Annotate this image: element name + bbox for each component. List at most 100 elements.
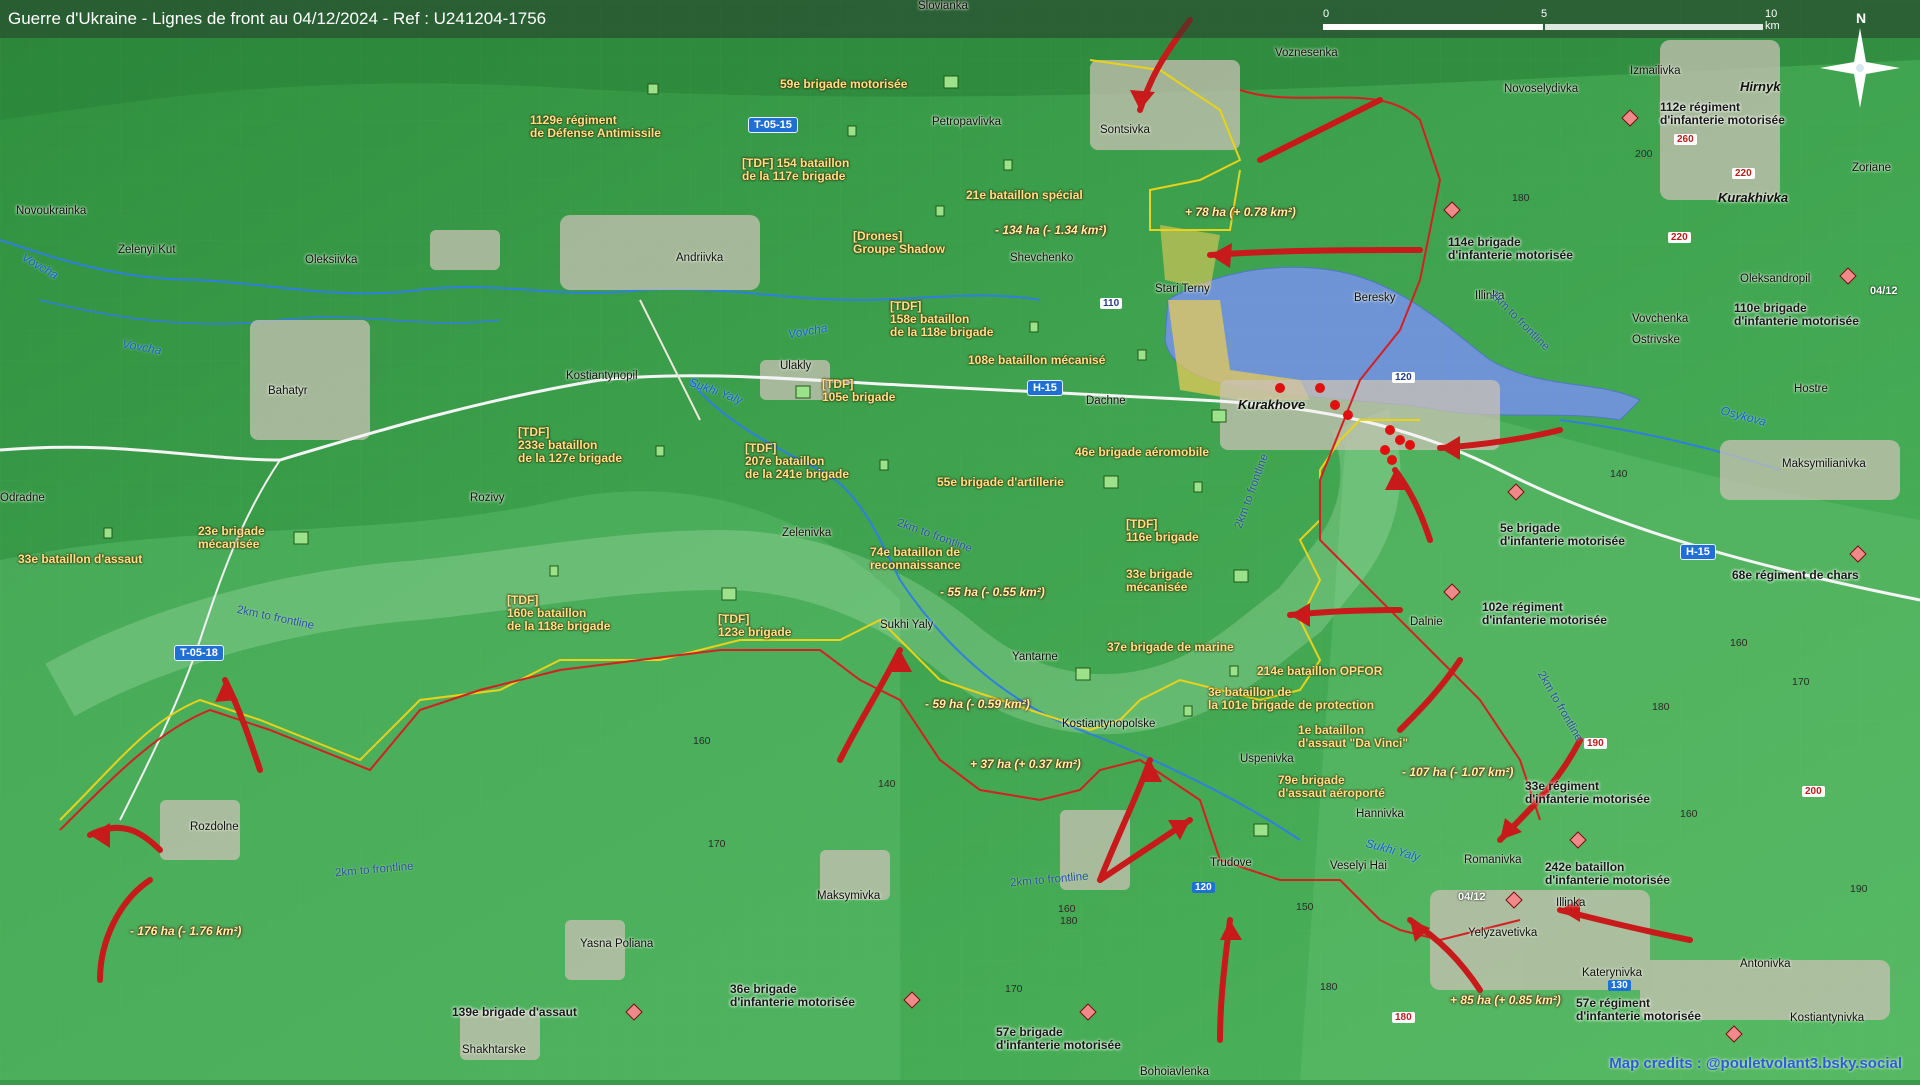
road-shield: T-05-18	[174, 645, 224, 661]
place-label: Dachne	[1086, 395, 1126, 407]
unit-ukraine[interactable]: [TDF] 158e bataillon de la 118e brigade	[890, 300, 993, 339]
place-label: Uspenivka	[1240, 753, 1294, 765]
place-label: Hannivka	[1356, 808, 1404, 820]
unit-ukraine[interactable]: 108e bataillon mécanisé	[968, 354, 1105, 367]
road-number: 220	[1732, 168, 1755, 179]
place-label: Antonivka	[1740, 958, 1791, 970]
unit-ukraine[interactable]: 74e bataillon de reconnaissance	[870, 546, 961, 572]
place-label: Shevchenko	[1010, 252, 1074, 264]
place-label: Romanivka	[1464, 854, 1522, 866]
road-number: 120	[1392, 372, 1415, 383]
place-label: Yasna Poliana	[580, 938, 654, 950]
unit-ukraine[interactable]: [TDF] 207e bataillon de la 241e brigade	[745, 442, 849, 481]
elevation-label: 180	[1320, 981, 1338, 993]
date-marker: 04/12	[1870, 285, 1898, 297]
place-label: Stari Terny	[1155, 283, 1210, 295]
place-label: Zoriane	[1852, 162, 1891, 174]
elevation-label: 170	[1792, 676, 1810, 688]
unit-russia[interactable]: 57e régiment d'infanterie motorisée	[1576, 997, 1701, 1023]
elevation-label: 180	[1060, 915, 1078, 927]
place-label: Kostiantynopolske	[1062, 718, 1156, 730]
unit-russia[interactable]: 139e brigade d'assaut	[452, 1006, 577, 1019]
unit-ukraine[interactable]: 23e brigade mécanisée	[198, 525, 265, 551]
compass-icon	[1820, 28, 1900, 108]
unit-ukraine[interactable]: 21e bataillon spécial	[966, 189, 1083, 202]
road-number: 110	[1100, 298, 1123, 309]
unit-ukraine[interactable]: 79e brigade d'assaut aéroporté	[1278, 774, 1385, 800]
territory-change: + 85 ha (+ 0.85 km²)	[1450, 993, 1561, 1007]
territory-change: + 78 ha (+ 0.78 km²)	[1185, 205, 1296, 219]
place-label: Yantarne	[1012, 651, 1058, 663]
scale-bar-segment-1	[1323, 24, 1543, 30]
road-number: 190	[1584, 738, 1607, 749]
place-label: Izmailivka	[1630, 65, 1681, 77]
place-label: Sontsivka	[1100, 124, 1150, 136]
unit-russia[interactable]: 112e régiment d'infanterie motorisée	[1660, 101, 1785, 127]
unit-ukraine[interactable]: 3e bataillon de la 101e brigade de prote…	[1208, 686, 1374, 712]
place-label: Novoselydivka	[1504, 83, 1579, 95]
territory-change: + 37 ha (+ 0.37 km²)	[970, 757, 1081, 771]
unit-ukraine[interactable]: 59e brigade motorisée	[780, 78, 907, 91]
elevation-label: 160	[1730, 637, 1748, 649]
unit-russia[interactable]: 5e brigade d'infanterie motorisée	[1500, 522, 1625, 548]
territory-change: - 55 ha (- 0.55 km²)	[940, 585, 1045, 599]
unit-ukraine[interactable]: [TDF] 233e bataillon de la 127e brigade	[518, 426, 622, 465]
place-label: Bohoiavlenka	[1140, 1066, 1210, 1078]
unit-ukraine[interactable]: [TDF] 160e bataillon de la 118e brigade	[507, 594, 610, 633]
unit-russia[interactable]: 110e brigade d'infanterie motorisée	[1734, 302, 1859, 328]
map-credits: Map credits : @pouletvolant3.bsky.social	[1609, 1055, 1902, 1072]
place-label: Novoukrainka	[16, 205, 87, 217]
unit-ukraine[interactable]: 33e bataillon d'assaut	[18, 553, 142, 566]
unit-russia[interactable]: 36e brigade d'infanterie motorisée	[730, 983, 855, 1009]
place-label: Rozivy	[470, 492, 505, 504]
road-number: 200	[1802, 786, 1825, 797]
place-label: Odradne	[0, 492, 45, 504]
unit-ukraine[interactable]: 33e brigade mécanisée	[1126, 568, 1193, 594]
road-shield: T-05-15	[748, 117, 798, 133]
unit-russia[interactable]: 102e régiment d'infanterie motorisée	[1482, 601, 1607, 627]
road-number: 260	[1674, 134, 1697, 145]
place-label: Beresky	[1354, 292, 1396, 304]
place-label: Voznesenka	[1275, 47, 1338, 59]
elevation-label: 140	[878, 778, 896, 790]
place-label: Sukhi Yaly	[880, 619, 934, 631]
unit-ukraine[interactable]: [TDF] 154 bataillon de la 117e brigade	[742, 157, 849, 183]
unit-ukraine[interactable]: 37e brigade de marine	[1107, 641, 1234, 654]
unit-russia[interactable]: 57e brigade d'infanterie motorisée	[996, 1026, 1121, 1052]
road-number: 220	[1668, 232, 1691, 243]
place-label: Veselyi Hai	[1330, 860, 1387, 872]
territory-change: - 59 ha (- 0.59 km²)	[925, 697, 1030, 711]
unit-ukraine[interactable]: 1e bataillon d'assaut "Da Vinci"	[1298, 724, 1408, 750]
place-label-major: Kurakhove	[1238, 397, 1306, 412]
unit-ukraine[interactable]: [TDF] 105e brigade	[822, 378, 895, 404]
elevation-label: 150	[1296, 901, 1314, 913]
place-label: Slovianka	[918, 0, 968, 12]
place-label: Zelenivka	[782, 527, 832, 539]
elevation-label: 190	[1850, 883, 1868, 895]
place-label-major: Kurakhivka	[1718, 190, 1789, 205]
place-label: Trudove	[1210, 857, 1252, 869]
territory-change: - 107 ha (- 1.07 km²)	[1402, 765, 1514, 779]
unit-russia[interactable]: 114e brigade d'infanterie motorisée	[1448, 236, 1573, 262]
map-title: Guerre d'Ukraine - Lignes de front au 04…	[8, 9, 547, 28]
date-marker: 04/12	[1458, 891, 1486, 903]
unit-ukraine[interactable]: 55e brigade d'artillerie	[937, 476, 1064, 489]
elevation-label: 170	[708, 838, 726, 850]
place-label: Kostiantynivka	[1790, 1012, 1865, 1024]
unit-ukraine[interactable]: [TDF] 116e brigade	[1126, 518, 1199, 544]
map-canvas[interactable]: Guerre d'Ukraine - Lignes de front au 04…	[0, 0, 1920, 1080]
unit-ukraine[interactable]: [Drones] Groupe Shadow	[853, 230, 945, 256]
unit-ukraine[interactable]: 214e bataillon OPFOR	[1257, 665, 1382, 678]
scale-mid: 5	[1541, 8, 1548, 20]
road-shield: H-15	[1680, 544, 1716, 560]
unit-russia[interactable]: 33e régiment d'infanterie motorisée	[1525, 780, 1650, 806]
road-number: 130	[1608, 980, 1631, 991]
unit-russia[interactable]: 242e bataillon d'infanterie motorisée	[1545, 861, 1670, 887]
place-label: Hostre	[1794, 383, 1828, 395]
unit-ukraine[interactable]: 1129e régiment de Défense Antimissile	[530, 114, 661, 140]
unit-russia[interactable]: 68e régiment de chars	[1732, 569, 1859, 582]
unit-ukraine[interactable]: [TDF] 123e brigade	[718, 613, 791, 639]
compass-rose: N	[1820, 10, 1900, 108]
unit-ukraine[interactable]: 46e brigade aéromobile	[1075, 446, 1209, 459]
place-label: Yelyzavetivka	[1468, 927, 1538, 939]
